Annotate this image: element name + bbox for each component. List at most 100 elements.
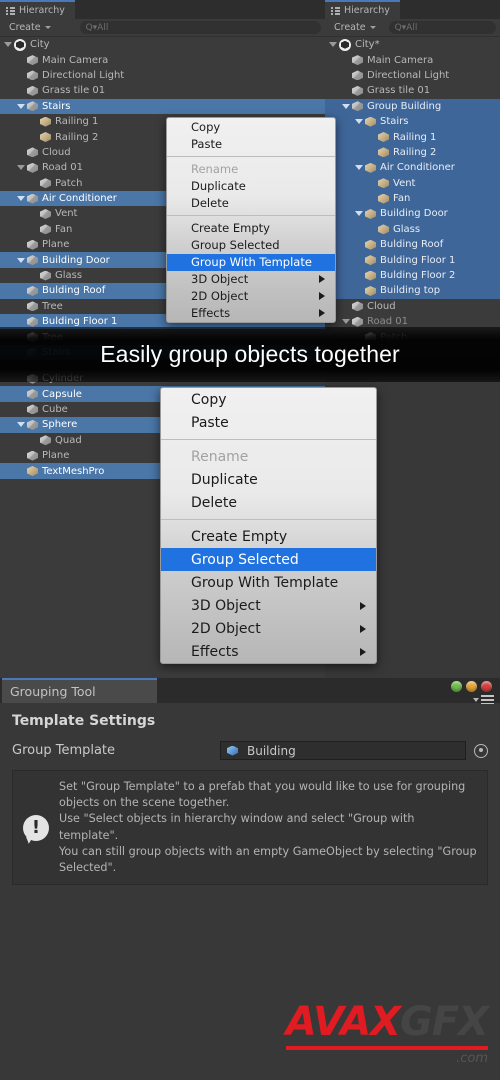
menu-item[interactable]: Paste [167,135,335,152]
prefab-cube-icon [365,255,376,266]
hierarchy-row-label: Bulding Floor 2 [380,270,456,282]
menu-item[interactable]: Group Selected [167,237,335,254]
hierarchy-row-label: Bulding Roof [380,239,444,251]
menu-item[interactable]: 2D Object [161,617,376,640]
help-box: Set "Group Template" to a prefab that yo… [12,770,488,886]
hierarchy-row[interactable]: Group Building [325,98,500,114]
disclosure-triangle-icon[interactable] [17,103,25,109]
hierarchy-row[interactable]: Bulding Floor 1 [325,252,500,268]
disclosure-triangle-icon[interactable] [4,42,12,48]
hierarchy-row[interactable]: Cloud [325,299,500,314]
menu-item-label: Group Selected [191,238,280,253]
tab-grouping-tool[interactable]: Grouping Tool [2,678,157,703]
hierarchy-row-label: Grass tile 01 [42,85,106,97]
prefab-cube-icon [378,193,389,204]
disclosure-triangle-icon[interactable] [342,103,350,109]
disclosure-triangle-icon[interactable] [17,422,25,428]
hierarchy-row[interactable]: Vent [325,175,500,191]
window-light-0[interactable] [451,681,462,692]
disclosure-triangle-icon[interactable] [355,211,363,217]
menu-item[interactable]: 3D Object [161,594,376,617]
hierarchy-row-label: Bulding Roof [42,285,106,297]
menu-item[interactable]: Duplicate [167,177,335,194]
tab-hierarchy-right[interactable]: Hierarchy [325,0,400,19]
hierarchy-row[interactable]: Grass tile 01 [0,83,325,98]
menu-item[interactable]: Copy [161,388,376,411]
hierarchy-row[interactable]: Grass tile 01 [325,83,500,98]
group-template-label: Group Template [12,743,116,758]
submenu-arrow-icon [360,624,366,633]
prefab-cube-icon [365,162,376,173]
hierarchy-row-label: Vent [393,177,416,189]
hierarchy-row[interactable]: City [0,37,325,52]
hierarchy-row[interactable]: Railing 1 [325,129,500,145]
disclosure-triangle-icon[interactable] [17,257,25,263]
menu-item[interactable]: Group With Template [161,571,376,594]
left-panel-tabbar: Hierarchy [0,0,325,19]
menu-item[interactable]: Delete [161,491,376,514]
disclosure-triangle-icon[interactable] [342,319,350,325]
hierarchy-row[interactable]: City* [325,37,500,52]
hierarchy-row[interactable]: Main Camera [325,52,500,67]
search-input-left[interactable]: Q▾All [79,21,321,34]
menu-item[interactable]: Copy [167,118,335,135]
menu-item[interactable]: 2D Object [167,288,335,305]
tab-hierarchy-left[interactable]: Hierarchy [0,0,75,19]
hierarchy-row[interactable]: Glass [325,221,500,238]
hierarchy-row[interactable]: Directional Light [0,68,325,83]
window-light-1[interactable] [466,681,477,692]
search-placeholder: Q▾All [394,22,418,33]
caption-text: Easily group objects together [100,341,400,367]
hierarchy-row[interactable]: Railing 2 [325,144,500,161]
create-dropdown-left[interactable]: Create [4,21,56,34]
menu-item[interactable]: Group With Template [167,253,335,271]
disclosure-triangle-icon[interactable] [17,165,25,171]
menu-item[interactable]: 3D Object [167,271,335,288]
section-title: Template Settings [12,713,156,729]
hierarchy-row-label: Cube [42,403,68,415]
search-input-right[interactable]: Q▾All [388,21,496,34]
window-traffic-lights[interactable] [451,681,492,692]
menu-item[interactable]: Paste [161,411,376,434]
hierarchy-row[interactable]: Bulding Roof [325,237,500,253]
menu-item[interactable]: Create Empty [167,220,335,237]
gameobject-cube-icon [352,55,363,66]
gameobject-cube-icon [352,316,363,327]
gameobject-cube-icon [40,208,51,219]
unity-scene-icon [339,38,351,51]
hierarchy-row[interactable]: Stairs [0,98,325,114]
menu-separator [167,215,335,217]
hierarchy-row-label: Sphere [42,419,78,431]
hierarchy-row-label: Stairs [42,100,71,112]
menu-item[interactable]: Group Selected [161,548,376,572]
panel-options-menu-icon[interactable] [473,695,494,704]
menu-item[interactable]: Create Empty [161,525,376,548]
hierarchy-row[interactable]: Air Conditioner [325,160,500,176]
menu-item[interactable]: Delete [167,194,335,211]
hierarchy-row[interactable]: Main Camera [0,52,325,67]
hierarchy-row[interactable]: Directional Light [325,68,500,83]
hierarchy-row[interactable]: Stairs [325,113,500,130]
hierarchy-row[interactable]: Building top [325,283,500,299]
hierarchy-row[interactable]: Fan [325,190,500,207]
object-picker-icon[interactable] [474,743,488,758]
gameobject-cube-icon [40,224,51,235]
menu-item[interactable]: Effects [167,305,335,322]
context-menu-bottom[interactable]: Copy Paste Rename Duplicate Delete Create Emp… [160,387,377,665]
menu-item[interactable]: Duplicate [161,468,376,491]
context-menu-top[interactable]: Copy Paste Rename Duplicate Delete Create Emp… [166,117,336,323]
hierarchy-row[interactable]: Bulding Floor 2 [325,267,500,284]
disclosure-triangle-icon[interactable] [355,119,363,125]
grouping-tool-tabbar: Grouping Tool [0,678,500,704]
hierarchy-row-label: TextMeshPro [42,465,105,477]
hierarchy-row-label: Fan [393,193,411,205]
group-template-object-field[interactable]: Building [220,741,466,760]
create-dropdown-right[interactable]: Create [329,21,381,34]
disclosure-triangle-icon[interactable] [17,196,25,202]
menu-item[interactable]: Effects [161,640,376,663]
disclosure-triangle-icon[interactable] [355,165,363,171]
window-light-2[interactable] [481,681,492,692]
disclosure-triangle-icon[interactable] [329,42,337,48]
hierarchy-row[interactable]: Building Door [325,206,500,222]
hierarchy-row-label: Road 01 [367,316,408,328]
